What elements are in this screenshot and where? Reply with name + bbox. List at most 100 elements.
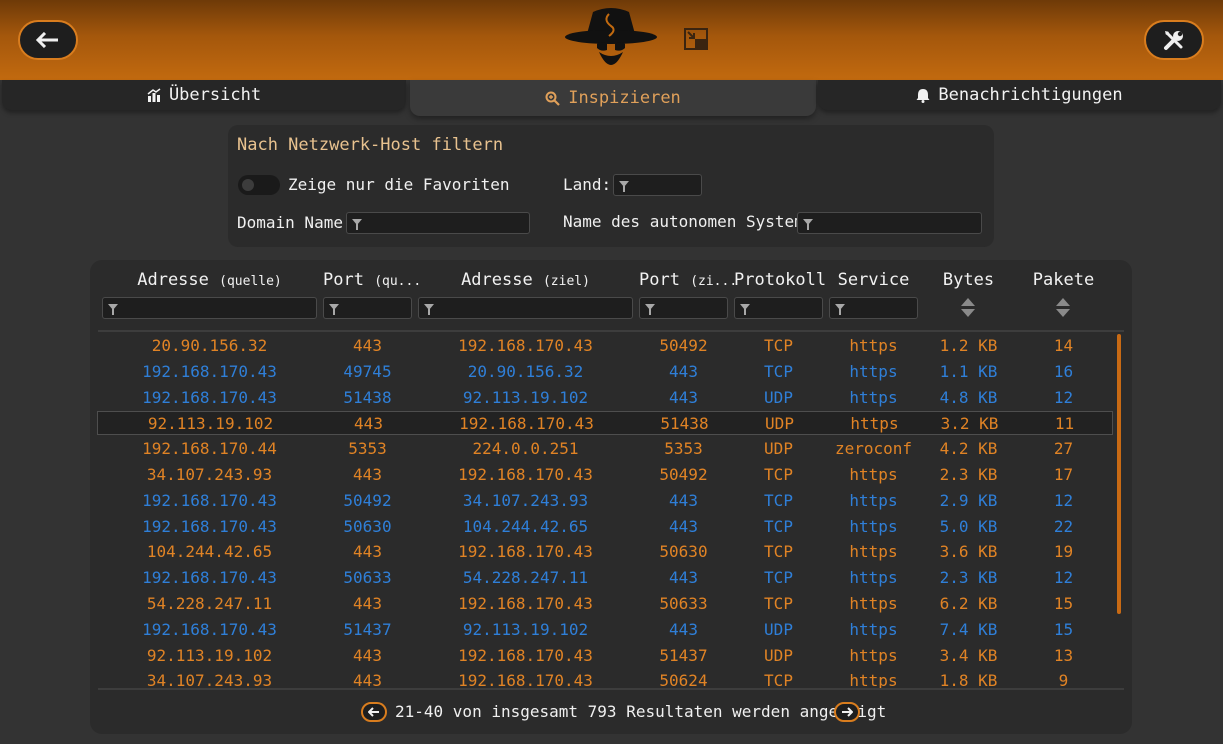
cell-protocol: TCP — [764, 594, 793, 613]
cell-src-addr: 192.168.170.43 — [142, 568, 277, 588]
dst-addr-header-sub: (ziel) — [542, 274, 590, 289]
cell-dst-port: 51438 — [660, 414, 709, 434]
col-header-bytes[interactable]: Bytes — [924, 270, 1013, 290]
country-filter-input[interactable] — [613, 174, 702, 196]
tab-notifications-label: Benachrichtigungen — [938, 85, 1123, 105]
host-filter-panel: Nach Netzwerk-Host filtern Zeige nur die… — [228, 125, 994, 247]
table-row[interactable]: 192.168.170.43 51437 92.113.19.102 443 UDP ht… — [97, 618, 1113, 642]
table-row[interactable]: 192.168.170.43 50633 54.228.247.11 443 TCP ht… — [97, 566, 1113, 590]
cell-dst-port: 51437 — [659, 645, 708, 665]
filter-icon — [645, 304, 655, 315]
domain-label: Domain Name: — [237, 213, 353, 232]
cell-src-addr: 104.244.42.65 — [146, 542, 273, 562]
col-header-service[interactable]: Service — [829, 270, 918, 290]
cell-service: https — [849, 490, 898, 510]
service-filter-input[interactable] — [829, 297, 918, 319]
cell-protocol: TCP — [764, 516, 793, 536]
spy-hat-logo — [565, 8, 657, 65]
protocol-filter-input[interactable] — [734, 297, 823, 319]
table-row[interactable]: 192.168.170.43 50630 104.244.42.65 443 TCP ht… — [97, 515, 1113, 539]
as-label: Name des autonomen Systems: — [563, 212, 824, 231]
favorites-toggle[interactable] — [238, 175, 280, 195]
tab-notifications[interactable]: Benachrichtigungen — [818, 80, 1221, 110]
prev-page-button[interactable] — [361, 702, 387, 722]
cell-service: https — [849, 671, 898, 688]
src-port-filter-input[interactable] — [323, 297, 412, 319]
cell-packets: 22 — [1053, 516, 1074, 536]
dst-addr-filter-input[interactable] — [418, 297, 633, 319]
cell-src-port: 49745 — [343, 361, 392, 381]
as-filter-input[interactable] — [797, 212, 982, 234]
cell-dst-addr: 104.244.42.65 — [462, 516, 589, 536]
filter-icon — [740, 304, 750, 315]
cell-protocol: UDP — [764, 619, 793, 639]
cell-packets: 12 — [1053, 387, 1074, 407]
cell-dst-addr: 192.168.170.43 — [459, 414, 594, 434]
tab-overview-label: Übersicht — [168, 85, 262, 105]
dst-port-filter-input[interactable] — [639, 297, 728, 319]
cell-bytes: 6.2 KB — [939, 594, 998, 613]
cell-bytes: 1.8 KB — [939, 671, 998, 688]
next-page-button[interactable] — [834, 702, 860, 722]
cell-protocol: TCP — [764, 542, 793, 562]
table-row[interactable]: 34.107.243.93 443 192.168.170.43 50624 TCP ht… — [97, 669, 1113, 688]
table-row[interactable]: 34.107.243.93 443 192.168.170.43 50492 TCP ht… — [97, 463, 1113, 487]
settings-button[interactable] — [1144, 20, 1204, 60]
table-row[interactable]: 192.168.170.44 5353 224.0.0.251 5353 UDP zero… — [97, 437, 1113, 461]
table-row[interactable]: 54.228.247.11 443 192.168.170.43 50633 TCP ht… — [97, 592, 1113, 616]
cell-src-addr: 192.168.170.43 — [142, 361, 277, 381]
cell-src-port: 50492 — [343, 490, 392, 510]
cell-dst-addr: 192.168.170.43 — [458, 336, 593, 355]
cell-service: https — [849, 387, 898, 407]
cell-src-addr: 34.107.243.93 — [146, 671, 273, 688]
filter-icon — [803, 219, 813, 230]
cell-bytes: 3.6 KB — [939, 542, 998, 562]
cell-service: https — [849, 516, 898, 536]
cell-service: https — [849, 568, 898, 588]
cell-src-addr: 192.168.170.44 — [142, 439, 277, 459]
col-header-src-port[interactable]: Port (qu... — [323, 270, 421, 290]
src-addr-filter-input[interactable] — [102, 297, 317, 319]
cell-protocol: UDP — [764, 387, 793, 407]
col-header-dst-port[interactable]: Port (zi... — [639, 270, 737, 290]
col-header-packets[interactable]: Pakete — [1019, 270, 1108, 290]
cell-src-addr: 192.168.170.43 — [142, 516, 277, 536]
table-row[interactable]: 192.168.170.43 51438 92.113.19.102 443 UDP ht… — [97, 386, 1113, 410]
tab-inspect-label: Inspizieren — [568, 88, 681, 108]
cell-bytes: 4.2 KB — [939, 439, 998, 459]
cell-packets: 15 — [1053, 619, 1074, 639]
filter-icon — [329, 304, 339, 315]
cell-service: https — [849, 594, 898, 613]
cell-packets: 19 — [1053, 542, 1074, 562]
cell-bytes: 1.2 KB — [939, 336, 998, 355]
domain-filter-input[interactable] — [346, 212, 530, 234]
col-header-protocol[interactable]: Protokoll — [734, 270, 826, 290]
bell-icon — [916, 88, 930, 103]
table-row[interactable]: 20.90.156.32 443 192.168.170.43 50492 TCP htt… — [97, 334, 1113, 358]
cell-protocol: TCP — [764, 361, 793, 381]
table-row[interactable]: 192.168.170.43 50492 34.107.243.93 443 TCP ht… — [97, 489, 1113, 513]
cell-dst-port: 443 — [669, 516, 698, 536]
table-row[interactable]: 92.113.19.102 443 192.168.170.43 51438 UDP ht… — [97, 411, 1113, 436]
table-row[interactable]: 92.113.19.102 443 192.168.170.43 51437 UDP ht… — [97, 644, 1113, 668]
cell-service: https — [849, 542, 898, 562]
table-scrollbar[interactable] — [1117, 334, 1121, 614]
col-header-src-addr[interactable]: Adresse (quelle) — [102, 270, 317, 290]
cell-bytes: 5.0 KB — [939, 516, 998, 536]
tab-inspect[interactable]: Inspizieren — [410, 80, 816, 116]
cell-src-port: 443 — [353, 594, 382, 613]
table-row[interactable]: 192.168.170.43 49745 20.90.156.32 443 TCP htt… — [97, 360, 1113, 384]
cell-packets: 15 — [1053, 594, 1074, 613]
cell-dst-port: 443 — [669, 568, 698, 588]
tab-overview[interactable]: Übersicht — [2, 80, 406, 110]
cell-dst-port: 50492 — [659, 465, 708, 484]
table-row[interactable]: 104.244.42.65 443 192.168.170.43 50630 TCP ht… — [97, 540, 1113, 564]
bytes-sort-icon[interactable] — [960, 297, 976, 319]
cell-src-port: 51437 — [343, 619, 392, 639]
packets-sort-icon[interactable] — [1055, 297, 1071, 319]
cell-bytes: 2.9 KB — [939, 490, 998, 510]
minimize-window-icon[interactable] — [684, 28, 710, 52]
col-header-dst-addr[interactable]: Adresse (ziel) — [418, 270, 633, 290]
cell-dst-addr: 34.107.243.93 — [462, 490, 589, 510]
back-button[interactable] — [18, 20, 78, 60]
